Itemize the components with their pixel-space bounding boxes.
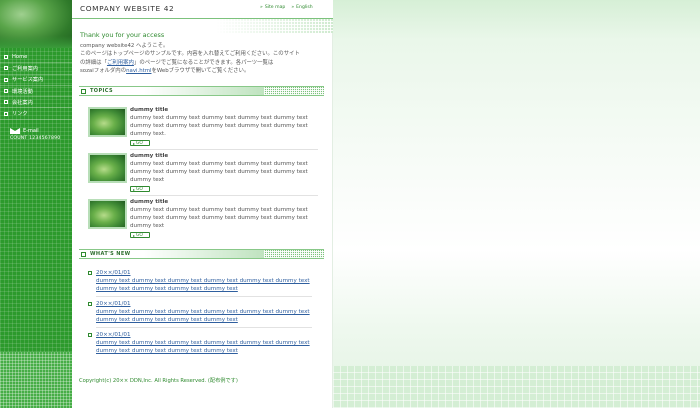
square-bullet-icon bbox=[81, 88, 86, 94]
copyright-text: Copyright(c) 20×× DDN,Inc. All Rights Re… bbox=[79, 378, 207, 384]
english-label: English bbox=[296, 5, 313, 10]
footer-note: (配布例です) bbox=[207, 378, 238, 384]
topic-title: dummy title bbox=[130, 153, 169, 159]
topic-body: dummy text dummy text dummy text dummy t… bbox=[130, 207, 308, 230]
double-arrow-icon: » bbox=[260, 5, 263, 10]
footer: Copyright(c) 20×× DDN,Inc. All Rights Re… bbox=[79, 377, 238, 384]
sidebar-item-label: リンク bbox=[12, 111, 28, 118]
site-title[interactable]: COMPANY WEBSITE 42 bbox=[80, 4, 174, 13]
square-bullet-icon bbox=[88, 302, 92, 306]
square-bullet-icon bbox=[4, 66, 8, 71]
heading-gradient bbox=[144, 250, 264, 258]
welcome-text-fragment: sozaiフォルダ内の bbox=[80, 67, 127, 74]
topics-heading: TOPICS bbox=[79, 86, 324, 96]
sidebar-item-label: Home bbox=[12, 54, 28, 61]
double-arrow-icon: » bbox=[291, 5, 295, 10]
right-background-grid bbox=[333, 366, 700, 408]
sidebar-item-guide[interactable]: ご利用案内 bbox=[0, 63, 72, 75]
topic-item: dummy title dummy text dummy text dummy … bbox=[88, 107, 318, 150]
topic-title: dummy title bbox=[130, 199, 169, 205]
topic-item: dummy title dummy text dummy text dummy … bbox=[88, 153, 318, 196]
topic-body: dummy text dummy text dummy text dummy t… bbox=[130, 115, 308, 138]
topic-thumbnail[interactable] bbox=[88, 153, 127, 183]
topic-body: dummy text dummy text dummy text dummy t… bbox=[130, 161, 308, 184]
header-grid-pattern bbox=[72, 19, 333, 33]
sidebar-email-box: E-mail COUNT 1234567890 bbox=[10, 128, 60, 141]
sidebar-item-home[interactable]: Home bbox=[0, 52, 72, 64]
divider bbox=[130, 195, 318, 196]
envelope-icon bbox=[10, 128, 20, 134]
sidebar-item-label: 環境活動 bbox=[12, 88, 33, 95]
news-text[interactable]: dummy text dummy text dummy text dummy t… bbox=[96, 308, 311, 325]
main-content: Thank you for your access company websit… bbox=[72, 19, 333, 408]
news-item: 20××/01/01 dummy text dummy text dummy t… bbox=[88, 270, 318, 298]
sidebar-nav: Home ご利用案内 サービス案内 環境活動 会社案内 リンク bbox=[0, 52, 72, 120]
topic-thumbnail[interactable] bbox=[88, 107, 127, 137]
sidebar: Home ご利用案内 サービス案内 環境活動 会社案内 リンク E-mail C… bbox=[0, 0, 72, 408]
square-bullet-icon bbox=[4, 100, 8, 105]
welcome-line: company website42 へようこそ。 bbox=[80, 43, 169, 49]
right-background bbox=[333, 0, 700, 408]
email-label: E-mail bbox=[23, 128, 39, 134]
news-date[interactable]: 20××/01/01 bbox=[96, 301, 131, 307]
welcome-text-fragment: 」のページでご覧になることができます。各パーツ一覧は bbox=[133, 59, 274, 66]
news-date[interactable]: 20××/01/01 bbox=[96, 270, 131, 276]
navi-html-link[interactable]: navi.html bbox=[126, 68, 151, 74]
square-bullet-icon bbox=[4, 77, 8, 82]
welcome-text-fragment: の詳細は「 bbox=[80, 59, 107, 66]
visitor-count: COUNT 1234567890 bbox=[10, 136, 61, 141]
heading-gradient bbox=[144, 87, 264, 95]
sidebar-item-links[interactable]: リンク bbox=[0, 108, 72, 120]
whats-new-heading-label: WHAT'S NEW bbox=[90, 251, 131, 257]
email-link[interactable]: E-mail bbox=[10, 128, 60, 134]
whats-new-heading: WHAT'S NEW bbox=[79, 249, 324, 259]
square-bullet-icon bbox=[88, 271, 92, 275]
topics-heading-label: TOPICS bbox=[90, 88, 113, 94]
news-text[interactable]: dummy text dummy text dummy text dummy t… bbox=[96, 277, 311, 294]
sidebar-item-services[interactable]: サービス案内 bbox=[0, 75, 72, 86]
heading-grid-pattern bbox=[264, 87, 324, 95]
header: COMPANY WEBSITE 42 » Site map » English bbox=[72, 0, 333, 19]
sidebar-bottom-band bbox=[0, 352, 72, 408]
news-text[interactable]: dummy text dummy text dummy text dummy t… bbox=[96, 339, 311, 356]
news-item: 20××/01/01 dummy text dummy text dummy t… bbox=[88, 332, 318, 360]
welcome-line: sozaiフォルダ内のnavi.htmlをWebブラウザで開いてご覧ください。 bbox=[80, 67, 325, 75]
sidebar-item-company[interactable]: 会社案内 bbox=[0, 97, 72, 109]
topic-title: dummy title bbox=[130, 107, 169, 113]
square-bullet-icon bbox=[88, 333, 92, 337]
welcome-line: このページはトップページのサンプルです。内容を入れ替えてご利用ください。このサイ… bbox=[80, 51, 300, 58]
sidebar-item-label: 会社案内 bbox=[12, 99, 33, 106]
topic-thumbnail[interactable] bbox=[88, 199, 127, 229]
header-links: » Site map » English bbox=[260, 5, 313, 10]
heading-grid-pattern bbox=[264, 250, 324, 258]
welcome-text-fragment: をWebブラウザで開いてご覧ください。 bbox=[151, 67, 250, 74]
square-bullet-icon bbox=[4, 111, 8, 116]
divider bbox=[96, 296, 312, 297]
go-button[interactable]: GO bbox=[130, 186, 150, 192]
news-item: 20××/01/01 dummy text dummy text dummy t… bbox=[88, 301, 318, 329]
guide-link[interactable]: ご利用案内 bbox=[107, 60, 134, 66]
go-button[interactable]: GO bbox=[130, 140, 150, 146]
welcome-line: の詳細は「ご利用案内」のページでご覧になることができます。各パーツ一覧は bbox=[80, 59, 325, 67]
english-link[interactable]: » English bbox=[291, 5, 312, 10]
divider bbox=[96, 327, 312, 328]
sidebar-photo bbox=[0, 0, 72, 48]
square-bullet-icon bbox=[4, 55, 8, 60]
topic-item: dummy title dummy text dummy text dummy … bbox=[88, 199, 318, 242]
sidebar-item-environment[interactable]: 環境活動 bbox=[0, 86, 72, 98]
site-map-link[interactable]: » Site map bbox=[260, 5, 285, 10]
go-button[interactable]: GO bbox=[130, 232, 150, 238]
welcome-text: company website42 へようこそ。 このページはトップページのサン… bbox=[80, 42, 325, 75]
square-bullet-icon bbox=[4, 89, 8, 94]
divider bbox=[130, 149, 318, 150]
sidebar-item-label: ご利用案内 bbox=[12, 65, 38, 72]
news-date[interactable]: 20××/01/01 bbox=[96, 332, 131, 338]
sidebar-item-label: サービス案内 bbox=[12, 77, 44, 84]
square-bullet-icon bbox=[81, 251, 86, 257]
site-map-label: Site map bbox=[264, 5, 286, 10]
